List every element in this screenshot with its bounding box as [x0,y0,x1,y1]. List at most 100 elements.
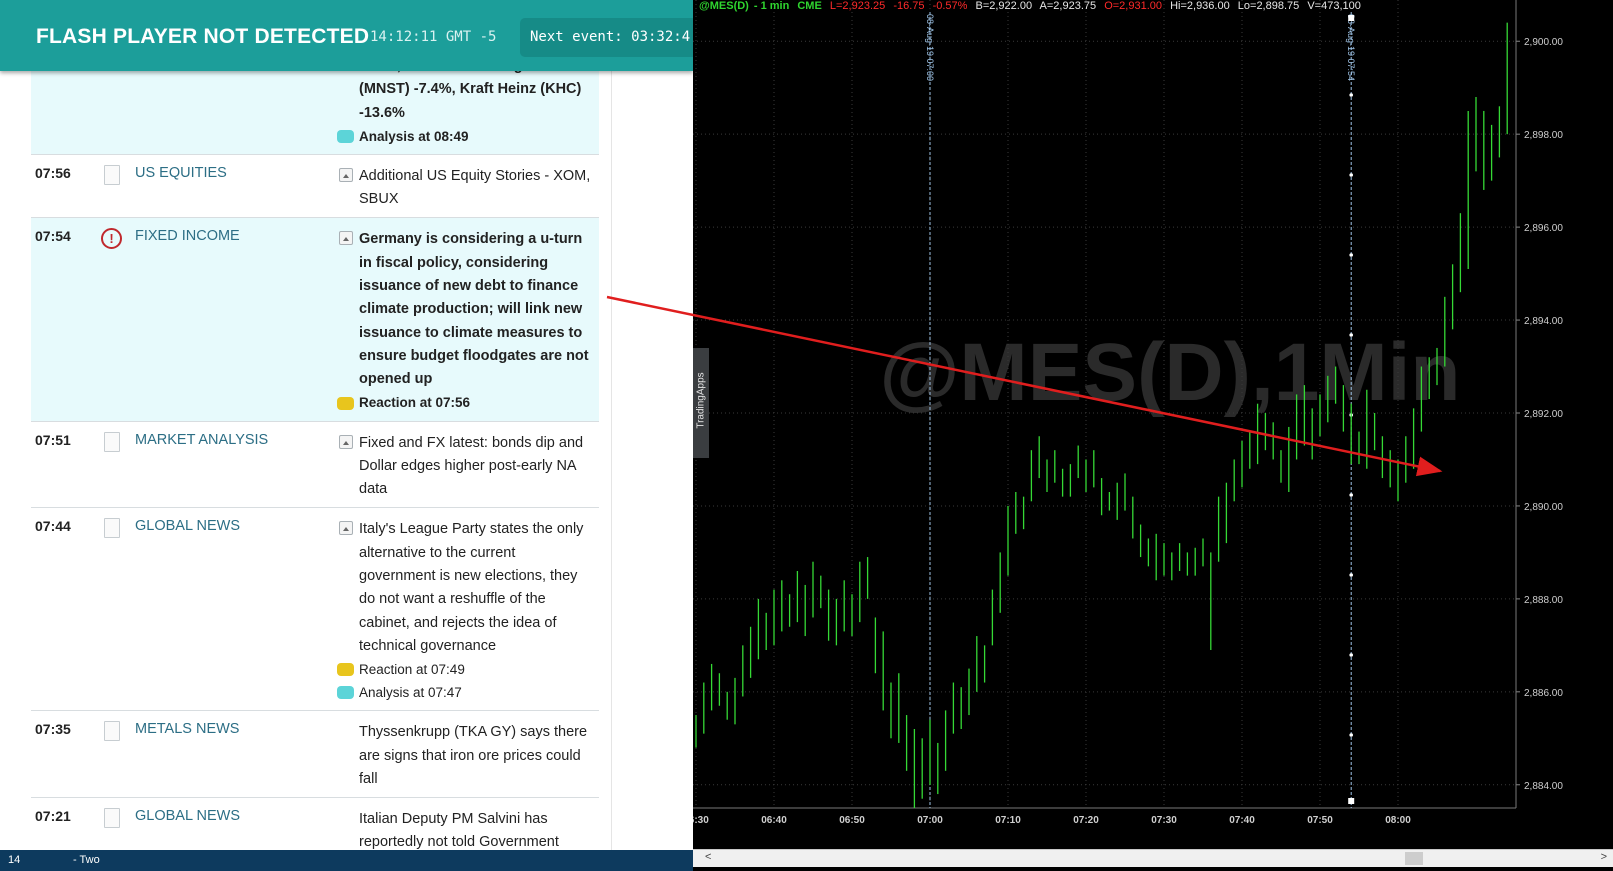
infobar-ask: A=2,923.75 [1039,0,1097,12]
marker-dot [1349,733,1353,737]
document-icon [104,721,120,742]
x-tick-label: 07:40 [1229,815,1255,826]
reaction-bubble-icon [337,396,354,410]
news-headline[interactable]: Germany is considering a u-turn in fisca… [359,228,593,391]
news-headline[interactable]: Italian Deputy PM Salvini has reportedly… [359,808,593,850]
reaction-tag-label: Reaction at 07:49 [359,662,465,678]
news-time: 07:35 [35,721,71,738]
news-row[interactable]: 07:56 US EQUITIES Additional US Equity Sto… [31,155,599,219]
news-category[interactable]: GLOBAL NEWS [135,518,240,534]
news-scrollbar-gutter [611,71,671,850]
y-tick-label: 2,886.00 [1524,688,1563,699]
expand-story-icon[interactable] [339,167,353,182]
news-row[interactable]: 07:54! FIXED INCOME Germany is considering… [31,218,599,422]
scroll-thumb[interactable] [1405,852,1423,865]
news-time: 07:51 [35,431,71,448]
y-tick-label: 2,890.00 [1524,502,1563,513]
x-tick-label: 07:50 [1307,815,1333,826]
scroll-left-arrow-icon[interactable]: < [705,851,711,863]
y-tick-label: 2,892.00 [1524,409,1563,420]
analysis-tag[interactable]: Analysis at 07:47 [337,681,593,704]
analysis-tag[interactable]: Analysis at 08:49 [337,125,593,148]
expand-story-icon[interactable] [339,231,353,246]
x-tick-label: 07:00 [917,815,943,826]
news-time: 07:56 [35,164,71,181]
taskbar-left-label[interactable]: 14 [8,854,20,866]
news-category[interactable]: METALS NEWS [135,721,239,737]
news-panel: FLASH PLAYER NOT DETECTED 14:12:11 GMT -… [0,0,693,850]
x-tick-label: 07:30 [1151,815,1177,826]
infobar-volume: V=473,100 [1307,0,1361,12]
news-category[interactable]: GLOBAL NEWS [135,808,240,824]
marker-handle-bottom [1348,798,1355,804]
y-tick-label: 2,900.00 [1524,37,1563,48]
infobar-change: -16.75 [893,0,925,12]
news-category[interactable]: MARKET ANALYSIS [135,432,268,448]
tradingapps-side-tab[interactable]: TradingApps [693,348,709,458]
analysis-tag-label: Analysis at 07:47 [359,685,462,701]
analysis-bubble-icon [337,686,354,700]
marker-dot [1349,333,1353,337]
time-marker-label: 08-Aug-19 07:00 [925,14,935,81]
news-category[interactable]: US EQUITIES [135,165,227,181]
x-tick-label: 06:40 [761,815,787,826]
chart-horizontal-scrollbar[interactable]: < > [693,849,1613,867]
news-row[interactable]: 07:44 GLOBAL NEWS Italy's League Party sta… [31,508,599,712]
header-clock: 14:12:11 GMT -5 [370,29,497,45]
news-headline[interactable]: Fixed and FX latest: bonds dip and Dolla… [359,432,593,502]
reaction-tag-label: Reaction at 07:56 [359,395,471,411]
alert-icon: ! [101,228,122,250]
news-headline[interactable]: Italy's League Party states the only alt… [359,518,593,658]
y-tick-label: 2,896.00 [1524,223,1563,234]
analysis-bubble-icon [337,129,354,143]
reaction-bubble-icon [337,663,354,677]
marker-dot [1349,573,1353,577]
tradingapps-label: TradingApps [695,372,707,429]
document-icon [104,518,120,539]
y-tick-label: 2,884.00 [1524,781,1563,792]
marker-dot [1349,173,1353,177]
infobar-interval: - 1 min [753,0,790,12]
reaction-tag[interactable]: Reaction at 07:49 [337,658,593,681]
infobar-change-pct: -0.57% [932,0,968,12]
taskbar-window-label[interactable]: - Two [73,854,100,866]
marker-dot [1349,93,1353,97]
document-icon [104,808,120,829]
marker-dot [1349,253,1353,257]
infobar-exchange: CME [797,0,822,12]
y-tick-label: 2,898.00 [1524,130,1563,141]
price-chart[interactable]: @MES(D),1Min 2,884.00 2,886.00 2,888.00 2,89… [693,0,1613,871]
y-tick-label: 2,894.00 [1524,316,1563,327]
expand-story-icon[interactable] [339,521,353,536]
news-list: -1.4%, Monster Beverages (MNST) -7.4%, K… [31,50,599,850]
news-row[interactable]: 07:35 METALS NEWS Thyssenkrupp (TKA GY) sa… [31,711,599,799]
news-category[interactable]: FIXED INCOME [135,228,240,244]
y-tick-label: 2,888.00 [1524,595,1563,606]
news-row[interactable]: 07:51 MARKET ANALYSIS Fixed and FX latest:… [31,422,599,509]
next-event-countdown[interactable]: Next event: 03:32:4 [520,18,693,57]
news-headline[interactable]: Thyssenkrupp (TKA GY) says there are sig… [359,721,593,791]
document-icon [104,431,120,452]
infobar-open: O=2,931.00 [1104,0,1163,12]
news-headline[interactable]: Additional US Equity Stories - XOM, SBUX [359,165,593,212]
expand-story-icon[interactable] [339,434,353,449]
news-row[interactable]: 07:21 GLOBAL NEWS Italian Deputy PM Salvin… [31,798,599,850]
taskbar: 14 - Two [0,850,693,871]
infobar-low: Lo=2,898.75 [1237,0,1300,12]
x-tick-label: 08:00 [1385,815,1411,826]
chart-watermark: @MES(D),1Min [879,327,1460,418]
chart-infobar: @MES(D) - 1 min CME L=2,923.25 -16.75 -0.… [699,0,1366,14]
news-time: 07:54 [35,228,71,245]
news-time: 07:21 [35,808,71,825]
infobar-bid: B=2,922.00 [975,0,1033,12]
x-tick-label: 06:30 [693,815,709,826]
scroll-right-arrow-icon[interactable]: > [1601,851,1607,863]
x-tick-label: 07:10 [995,815,1021,826]
marker-dot [1349,493,1353,497]
time-marker-label: 08-Aug-19 07:54 [1346,14,1356,81]
flash-warning-title: FLASH PLAYER NOT DETECTED [36,25,370,48]
infobar-symbol: @MES(D) [699,0,749,12]
infobar-last: L=2,923.25 [829,0,886,12]
news-time: 07:44 [35,518,71,535]
reaction-tag[interactable]: Reaction at 07:56 [337,392,593,415]
